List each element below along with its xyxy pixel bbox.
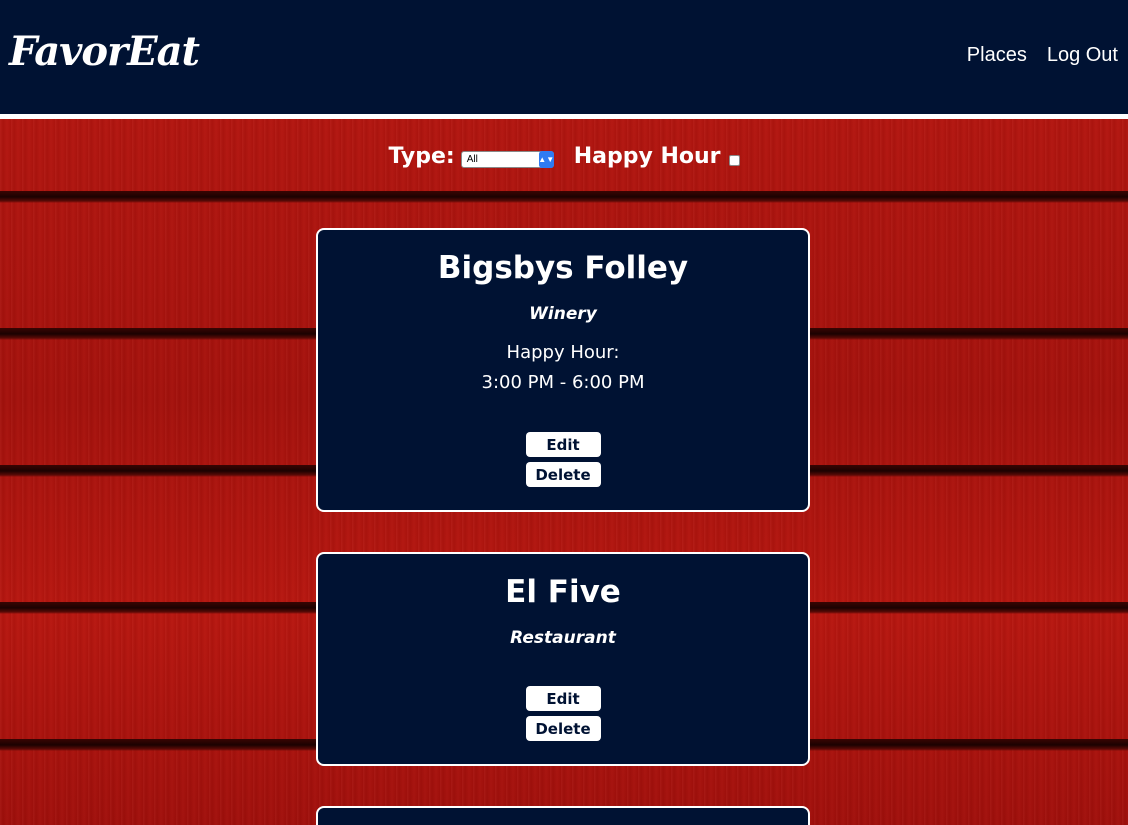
type-select[interactable]: All ▲▼ (460, 151, 554, 168)
top-navbar: FavorEat Places Log Out (0, 0, 1128, 114)
nav-logout-link[interactable]: Log Out (1047, 44, 1118, 67)
place-name: Bigsbys Folley (437, 250, 689, 286)
filter-bar: Type: All ▲▼ Happy Hour (0, 144, 1128, 169)
place-name: El Five (505, 574, 621, 610)
logo[interactable]: FavorEat (9, 28, 200, 75)
chevron-updown-icon: ▲▼ (538, 151, 554, 168)
place-type: Winery (529, 304, 597, 324)
happy-hour-filter: Happy Hour (574, 144, 740, 169)
happy-hour-checkbox[interactable] (728, 155, 740, 166)
delete-button[interactable]: Delete (525, 462, 601, 487)
header-divider (0, 114, 1128, 119)
happy-hour-time: 3:00 PM - 6:00 PM (481, 372, 645, 393)
happy-hour-label: Happy Hour (573, 144, 721, 169)
edit-button[interactable]: Edit (525, 686, 601, 711)
place-type: Restaurant (510, 628, 616, 648)
happy-hour-info: Happy Hour: 3:00 PM - 6:00 PM (318, 338, 808, 398)
type-select-value: All (466, 154, 478, 165)
delete-button[interactable]: Delete (525, 716, 601, 741)
type-filter-label: Type: (388, 144, 455, 169)
place-card: Bigsbys Folley Winery Happy Hour: 3:00 P… (316, 228, 810, 512)
edit-button[interactable]: Edit (525, 432, 601, 457)
happy-hour-label: Happy Hour: (506, 342, 620, 363)
place-card: El Five Restaurant Edit Delete (316, 552, 810, 766)
place-card (316, 806, 810, 825)
nav-places-link[interactable]: Places (967, 44, 1027, 67)
main-nav: Places Log Out (967, 44, 1118, 67)
